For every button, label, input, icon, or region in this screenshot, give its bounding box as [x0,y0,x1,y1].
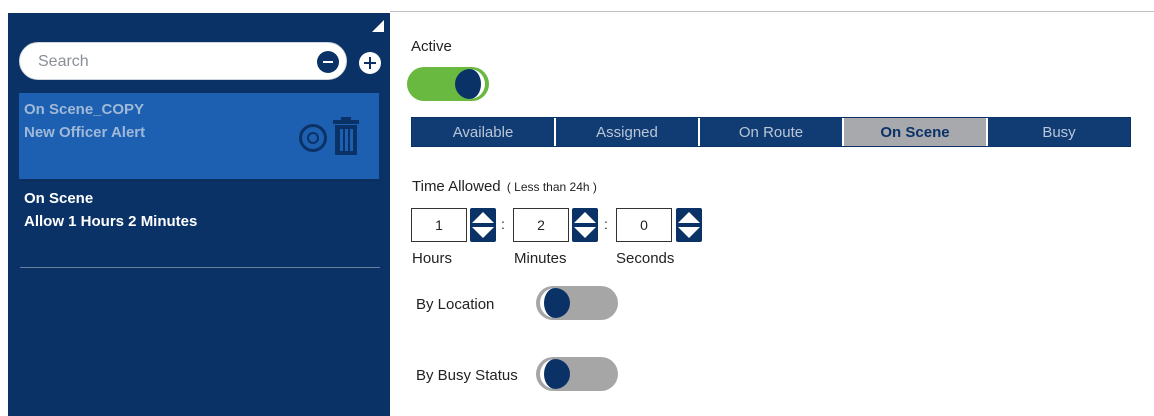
list-item-subtitle[interactable]: Allow 1 Hours 2 Minutes [24,213,197,230]
tab-on-scene[interactable]: On Scene [844,118,988,146]
chevron-up-icon[interactable] [574,212,596,223]
minutes-stepper[interactable] [572,208,598,242]
toggle-knob [540,359,570,389]
clear-search-icon[interactable] [317,51,339,73]
hours-input[interactable]: 1 [411,208,467,242]
search-input[interactable]: Search [38,53,89,71]
tab-available[interactable]: Available [412,118,556,146]
minutes-label: Minutes [514,250,567,267]
collapse-corner-icon[interactable] [372,20,384,32]
chevron-down-icon[interactable] [574,227,596,238]
list-item-title: On Scene_COPY [24,101,145,118]
status-badge-icon [299,124,327,152]
chevron-down-icon[interactable] [678,227,700,238]
time-allowed-title: Time Allowed [412,178,501,195]
by-location-toggle[interactable] [536,286,618,320]
tab-on-route[interactable]: On Route [700,118,844,146]
seconds-label: Seconds [616,250,675,267]
time-allowed-hint: ( Less than 24h ) [506,180,597,194]
by-location-label: By Location [416,296,495,313]
seconds-input[interactable]: 0 [616,208,672,242]
active-toggle[interactable] [407,67,489,101]
add-icon[interactable] [359,52,381,74]
chevron-up-icon[interactable] [472,212,494,223]
by-busy-status-toggle[interactable] [536,357,618,391]
chevron-down-icon[interactable] [472,227,494,238]
list-divider [20,267,380,268]
chevron-up-icon[interactable] [678,212,700,223]
time-separator: : [604,216,608,232]
list-item-title[interactable]: On Scene [24,190,93,207]
list-divider [19,180,379,181]
status-tab-bar: Available Assigned On Route On Scene Bus… [411,117,1131,147]
rules-sidebar: Search On Scene_COPY New Officer Alert O… [8,13,390,416]
active-label: Active [411,38,452,55]
trash-icon[interactable] [331,117,361,155]
search-box[interactable]: Search [19,42,347,80]
by-busy-status-label: By Busy Status [416,367,518,384]
hours-label: Hours [412,250,453,267]
status-badge-inner [307,132,319,144]
seconds-stepper[interactable] [676,208,702,242]
minutes-input[interactable]: 2 [513,208,569,242]
top-divider [390,11,1154,12]
toggle-knob [540,288,570,318]
time-allowed-label: Time Allowed ( Less than 24h ) [412,178,597,195]
list-item-selected[interactable]: On Scene_COPY New Officer Alert [19,93,379,179]
tab-busy[interactable]: Busy [988,118,1130,146]
tab-assigned[interactable]: Assigned [556,118,700,146]
time-separator: : [501,216,505,232]
hours-stepper[interactable] [470,208,496,242]
toggle-knob [455,69,485,99]
list-item-subtitle: New Officer Alert [24,124,146,141]
